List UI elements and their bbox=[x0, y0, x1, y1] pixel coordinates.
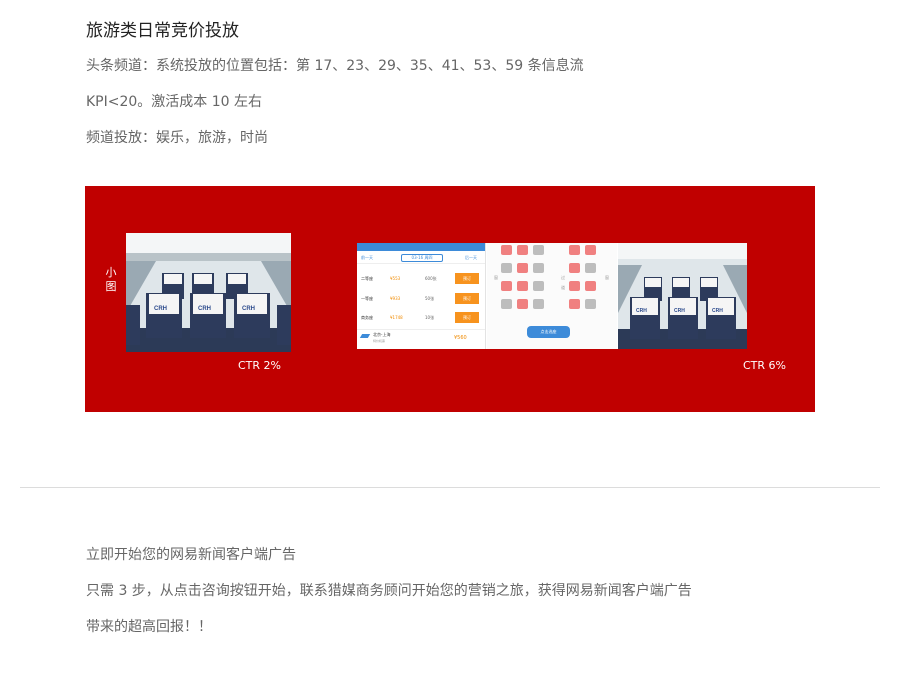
seat-icon[interactable] bbox=[533, 299, 544, 309]
train-interior-image-small: CRH CRH CRH bbox=[126, 233, 291, 352]
seat-icon[interactable] bbox=[501, 299, 512, 309]
section-divider bbox=[20, 487, 880, 488]
seat-icon[interactable] bbox=[533, 281, 544, 291]
seat-map-mock: 窗 过 道 窗 点击选座 bbox=[487, 243, 617, 349]
seat-icon[interactable] bbox=[517, 245, 528, 255]
flight-price: ¥560 bbox=[454, 335, 467, 341]
book-button[interactable]: 预订 bbox=[455, 293, 479, 304]
seat-class-label: 商务座 bbox=[361, 315, 373, 320]
seat-icon[interactable] bbox=[585, 263, 596, 273]
placement-positions-text: 头条频道：系统投放的位置包括：第 17、23、29、35、41、53、59 条信… bbox=[86, 58, 584, 74]
svg-text:CRH: CRH bbox=[198, 306, 211, 312]
svg-text:CRH: CRH bbox=[154, 306, 167, 312]
train-interior-image-large: CRH CRH CRH bbox=[618, 243, 747, 349]
seat-class-label: 二等座 bbox=[361, 276, 373, 281]
svg-text:CRH: CRH bbox=[636, 308, 647, 314]
tickets-left: 50张 bbox=[425, 296, 435, 301]
seat-icon[interactable] bbox=[517, 299, 528, 309]
tickets-left: 10张 bbox=[425, 315, 435, 320]
seat-icon[interactable] bbox=[585, 281, 596, 291]
ctr-small-image: CTR 2% bbox=[238, 359, 281, 372]
seat-icon[interactable] bbox=[517, 281, 528, 291]
book-button[interactable]: 预订 bbox=[455, 273, 479, 284]
flight-route: 北京-上海 bbox=[373, 332, 391, 337]
section-title: 旅游类日常竞价投放 bbox=[86, 21, 239, 41]
cta-heading: 立即开始您的网易新闻客户端广告 bbox=[86, 547, 296, 563]
ticket-list-mock: 前一天 03-16 周四 后一天 二等座 ¥553 600张 预订 一等座 ¥9… bbox=[357, 243, 486, 349]
window-label: 窗 bbox=[494, 275, 498, 280]
small-image-label: 小图 bbox=[105, 266, 117, 293]
seat-icon[interactable] bbox=[569, 299, 580, 309]
seat-icon[interactable] bbox=[569, 245, 580, 255]
seat-price: ¥1748 bbox=[390, 315, 403, 320]
train-interior-illustration: CRH CRH CRH bbox=[126, 233, 291, 352]
flight-note: 特价机票 bbox=[373, 339, 386, 343]
header-divider bbox=[357, 263, 485, 264]
cta-body-line-2: 带来的超高回报！！ bbox=[86, 619, 212, 635]
seat-icon[interactable] bbox=[501, 281, 512, 291]
seat-icon[interactable] bbox=[569, 281, 580, 291]
row-divider bbox=[357, 329, 485, 330]
aisle-label: 道 bbox=[561, 285, 565, 290]
book-button[interactable]: 预订 bbox=[455, 312, 479, 323]
train-interior-illustration: CRH CRH CRH bbox=[618, 243, 747, 349]
svg-text:CRH: CRH bbox=[712, 308, 723, 314]
date-selector[interactable]: 03-16 周四 bbox=[401, 254, 443, 262]
seat-icon[interactable] bbox=[569, 263, 580, 273]
cta-body-line-1: 只需 3 步，从点击咨询按钮开始，联系猎媒商务顾问开始您的营销之旅，获得网易新闻… bbox=[86, 583, 692, 599]
app-status-bar bbox=[357, 243, 485, 251]
aisle-label: 过 bbox=[561, 275, 565, 280]
prev-day-link[interactable]: 前一天 bbox=[361, 255, 373, 261]
plane-icon bbox=[359, 334, 371, 338]
window-label: 窗 bbox=[605, 275, 609, 280]
seat-icon[interactable] bbox=[517, 263, 528, 273]
large-image-composite: 前一天 03-16 周四 后一天 二等座 ¥553 600张 预订 一等座 ¥9… bbox=[357, 243, 747, 349]
select-seat-button[interactable]: 点击选座 bbox=[527, 326, 570, 338]
ctr-large-image: CTR 6% bbox=[743, 359, 786, 372]
seat-icon[interactable] bbox=[585, 299, 596, 309]
next-day-link[interactable]: 后一天 bbox=[465, 255, 477, 261]
seat-icon[interactable] bbox=[501, 245, 512, 255]
seat-icon[interactable] bbox=[533, 245, 544, 255]
svg-text:CRH: CRH bbox=[674, 308, 685, 314]
seat-class-label: 一等座 bbox=[361, 296, 373, 301]
seat-icon[interactable] bbox=[585, 245, 596, 255]
tickets-left: 600张 bbox=[425, 276, 437, 281]
channel-text: 频道投放：娱乐，旅游，时尚 bbox=[86, 130, 268, 146]
seat-icon[interactable] bbox=[501, 263, 512, 273]
kpi-text: KPI<20。激活成本 10 左右 bbox=[86, 94, 263, 110]
seat-price: ¥933 bbox=[390, 296, 401, 301]
seat-price: ¥553 bbox=[390, 276, 401, 281]
seat-icon[interactable] bbox=[533, 263, 544, 273]
svg-text:CRH: CRH bbox=[242, 306, 255, 312]
